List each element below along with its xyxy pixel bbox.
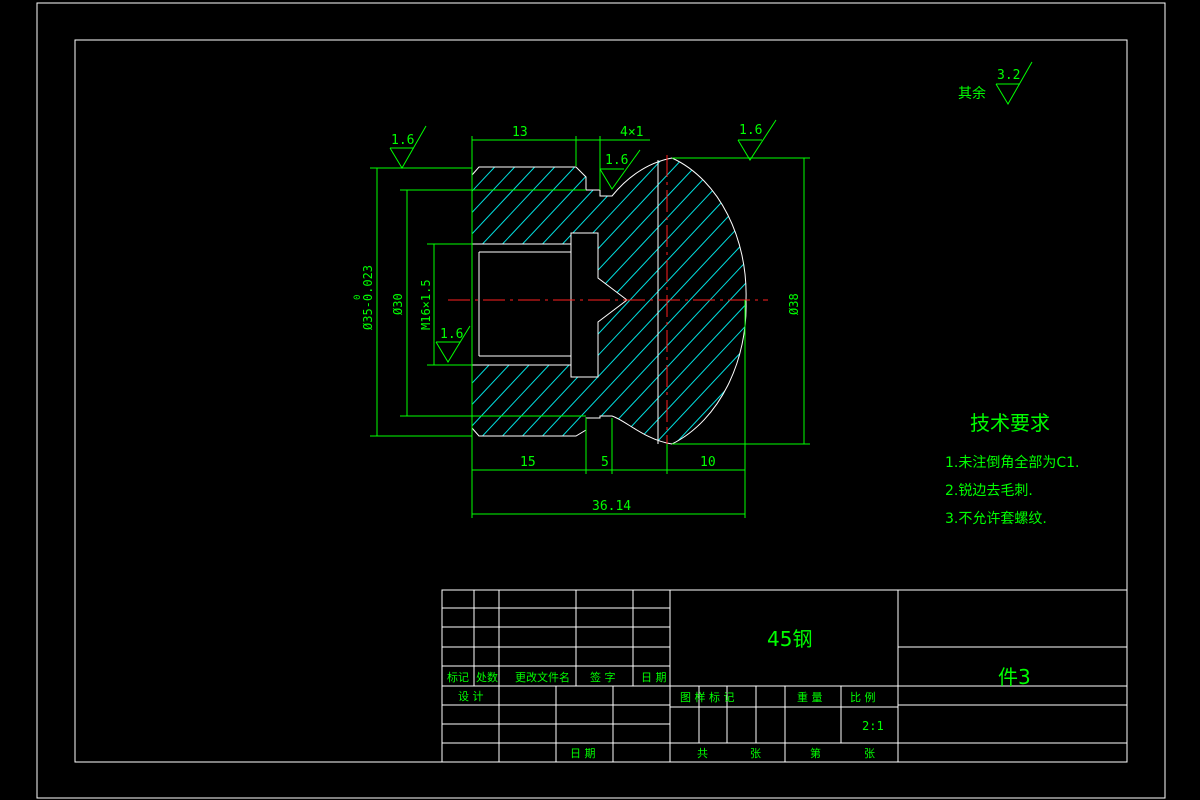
hatch-line xyxy=(1060,140,1200,460)
dim-top-length: 13 xyxy=(512,125,528,140)
hatch-line xyxy=(1120,140,1200,460)
hatch-line xyxy=(679,158,747,444)
label-date: 日 期 xyxy=(641,671,667,684)
inner-frame xyxy=(74,39,1128,763)
label-sheets: 张 xyxy=(750,747,761,760)
hatch-line xyxy=(472,158,481,444)
finish-left-top: 1.6 xyxy=(391,133,414,148)
label-total: 共 xyxy=(697,747,708,760)
dim-chamfer: 4×1 xyxy=(620,125,643,140)
finish-groove: 1.6 xyxy=(605,153,628,168)
label-stage-mark: 图 样 标 记 xyxy=(680,690,735,704)
tech-item-1: 1.未注倒角全部为C1. xyxy=(945,454,1080,471)
threaded-bore xyxy=(472,232,628,378)
dim-outer-dia-tol: 0 xyxy=(353,295,363,300)
tech-title: 技术要求 xyxy=(970,411,1050,435)
label-sheet-no: 第 xyxy=(810,746,821,760)
hatch-line xyxy=(80,140,380,460)
dim-outer-dia: Ø35-0.023 xyxy=(361,265,375,330)
dim-thread: M16×1.5 xyxy=(419,279,433,330)
title-block: 45钢 件3 2:1 标记 处数 更改文件名 签 字 日 期 设 计 图 样 标… xyxy=(441,589,1128,763)
dim-bottom-right: 10 xyxy=(700,455,716,470)
label-mark: 标记 xyxy=(447,670,469,684)
dim-overall: 36.14 xyxy=(592,499,631,514)
hatch-line xyxy=(900,140,1200,460)
label-count: 处数 xyxy=(476,671,498,684)
finish-rest-label: 其余 xyxy=(958,85,986,102)
dim-inner-dia: Ø30 xyxy=(391,293,405,315)
label-date2: 日 期 xyxy=(570,747,596,760)
dim-head-dia: Ø38 xyxy=(787,293,801,315)
label-weight: 重 量 xyxy=(797,690,823,704)
hatch-line xyxy=(1140,140,1200,460)
cad-drawing: 13 4×1 15 5 10 36.14 Ø35-0.023 0 Ø30 M16… xyxy=(36,2,1200,799)
dimensions: 13 4×1 15 5 10 36.14 Ø35-0.023 0 Ø30 M16… xyxy=(353,125,810,518)
label-change-doc: 更改文件名 xyxy=(515,670,570,684)
dim-bottom-mid: 5 xyxy=(601,455,609,470)
hatch-line xyxy=(120,140,420,460)
hatch-line xyxy=(800,140,1100,460)
label-design: 设 计 xyxy=(458,690,484,703)
hatch-line xyxy=(1080,140,1200,460)
hatch-line xyxy=(1040,140,1200,460)
part-name: 件3 xyxy=(998,665,1031,689)
hatch-line xyxy=(920,140,1200,460)
finish-bore: 1.6 xyxy=(440,327,463,342)
scale-value: 2:1 xyxy=(862,719,884,733)
hatch-line xyxy=(472,158,701,444)
hatch-line xyxy=(60,140,360,460)
tech-item-2: 2.锐边去毛刺. xyxy=(945,483,1033,499)
hatch-line xyxy=(1100,140,1200,460)
label-signature: 签 字 xyxy=(590,670,616,684)
dim-bottom-left: 15 xyxy=(520,455,536,470)
surface-finish-symbols: 1.6 1.6 1.6 1.6 3.2 其余 xyxy=(389,61,1033,363)
label-ratio: 比 例 xyxy=(850,690,876,704)
finish-rest-value: 3.2 xyxy=(997,68,1020,83)
tech-item-3: 3.不允许套螺纹. xyxy=(945,511,1047,527)
hatch-line xyxy=(472,158,561,444)
material: 45钢 xyxy=(767,627,812,651)
label-sheets2: 张 xyxy=(864,747,875,760)
tech-requirements: 技术要求 1.未注倒角全部为C1. 2.锐边去毛刺. 3.不允许套螺纹. xyxy=(945,411,1080,527)
finish-right-top: 1.6 xyxy=(739,123,762,138)
hatch-line xyxy=(160,140,460,460)
part-outline xyxy=(471,157,747,445)
